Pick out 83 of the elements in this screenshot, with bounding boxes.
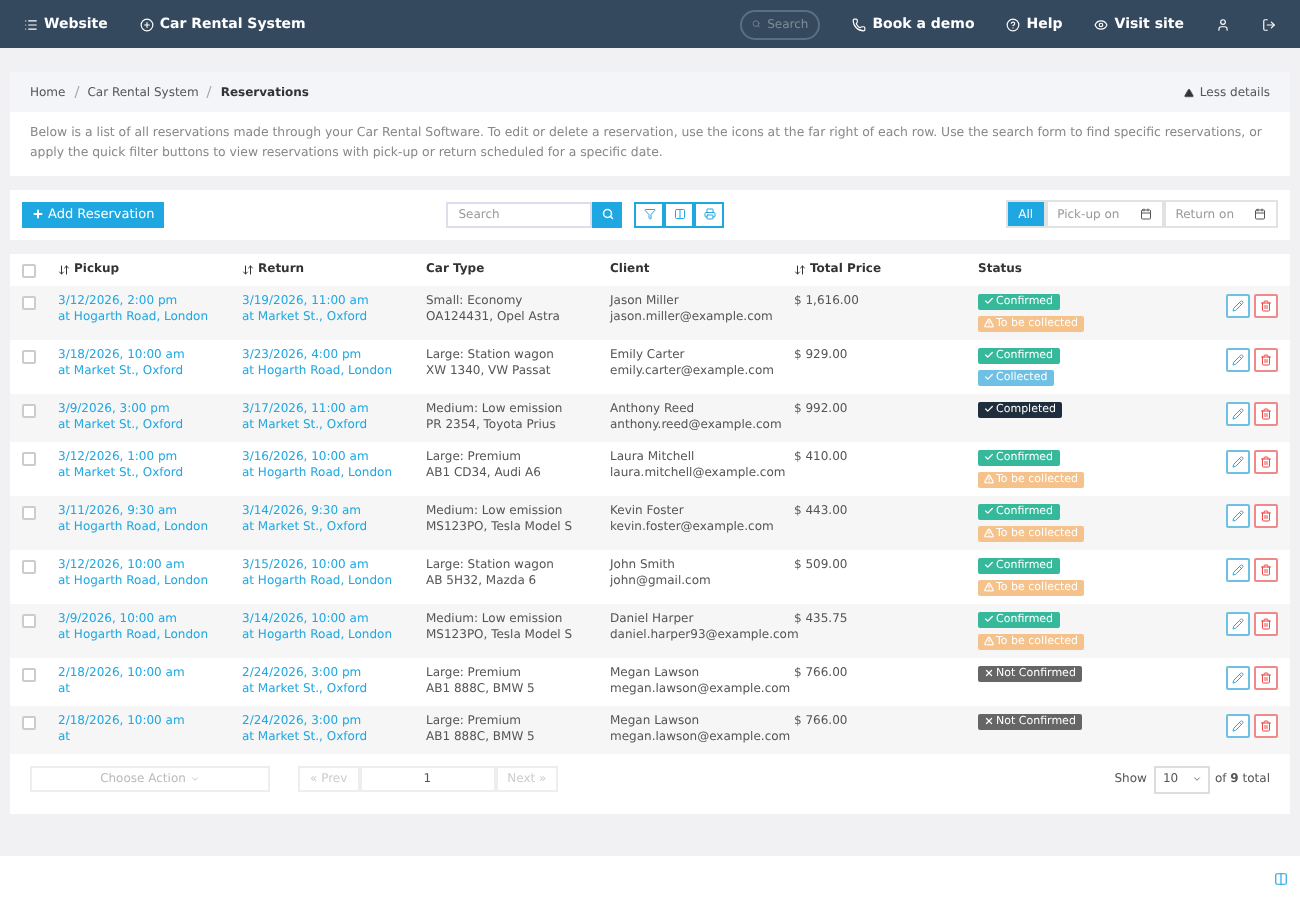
checkbox[interactable]	[22, 349, 36, 364]
trash-icon	[1260, 617, 1272, 630]
columns-button[interactable]	[664, 201, 695, 228]
delete-button[interactable]	[1254, 503, 1278, 528]
check-icon	[984, 404, 994, 415]
caret-icon	[1183, 87, 1194, 97]
cross-icon	[984, 716, 994, 727]
trash-icon	[1260, 353, 1272, 366]
pencil-icon	[1232, 671, 1244, 684]
delete-button[interactable]	[1254, 347, 1278, 372]
print-icon	[703, 208, 716, 221]
logout-icon	[1262, 17, 1276, 31]
columns-icon	[673, 208, 686, 221]
check-icon	[984, 296, 994, 307]
pencil-icon	[1232, 455, 1244, 468]
delete-button[interactable]	[1254, 713, 1278, 738]
checkbox[interactable]	[22, 715, 36, 730]
checkbox[interactable]	[22, 667, 36, 682]
trash-icon	[1260, 509, 1272, 522]
filter-icon	[643, 208, 656, 221]
trash-icon	[1260, 455, 1272, 468]
pencil-icon	[1232, 299, 1244, 312]
edit-button[interactable]	[1226, 347, 1250, 372]
warning-icon	[984, 318, 994, 329]
edit-button[interactable]	[1226, 557, 1250, 582]
plus-circle-icon	[139, 17, 154, 31]
checkbox[interactable]	[22, 451, 36, 466]
checkbox[interactable]	[22, 505, 36, 520]
separator-icon	[73, 86, 80, 98]
delete-button[interactable]	[1254, 449, 1278, 474]
warning-icon	[984, 636, 994, 647]
calendar-icon	[1139, 208, 1152, 221]
pencil-icon	[1232, 719, 1244, 732]
filter-button[interactable]	[634, 201, 665, 228]
list-icon	[24, 17, 38, 31]
checkbox[interactable]	[22, 613, 36, 628]
pencil-icon	[1232, 563, 1244, 576]
check-icon	[984, 614, 994, 625]
pencil-icon	[1232, 617, 1244, 630]
warning-icon	[984, 528, 994, 539]
checkbox[interactable]	[22, 263, 36, 278]
check-icon	[984, 560, 994, 571]
separator-icon	[206, 86, 213, 98]
check-icon	[984, 452, 994, 463]
warning-icon	[984, 582, 994, 593]
trash-icon	[1260, 563, 1272, 576]
trash-icon	[1260, 299, 1272, 312]
user-icon	[1216, 17, 1230, 31]
pencil-icon	[1232, 407, 1244, 420]
edit-button[interactable]	[1226, 611, 1250, 636]
trash-icon	[1260, 407, 1272, 420]
checkbox[interactable]	[22, 295, 36, 310]
phone-icon	[852, 17, 867, 31]
edit-button[interactable]	[1226, 503, 1250, 528]
edit-button[interactable]	[1226, 401, 1250, 426]
plus-icon	[32, 208, 44, 221]
edit-button[interactable]	[1226, 293, 1250, 318]
search-button[interactable]	[592, 201, 623, 228]
delete-button[interactable]	[1254, 401, 1278, 426]
delete-button[interactable]	[1254, 611, 1278, 636]
edit-button[interactable]	[1226, 449, 1250, 474]
delete-button[interactable]	[1254, 293, 1278, 318]
edit-button[interactable]	[1226, 713, 1250, 738]
delete-button[interactable]	[1254, 665, 1278, 690]
trash-icon	[1260, 671, 1272, 684]
warning-icon	[984, 474, 994, 485]
delete-button[interactable]	[1254, 557, 1278, 582]
caret-icon	[189, 774, 200, 785]
calendar-icon	[1254, 208, 1266, 221]
help-icon	[1006, 17, 1021, 31]
eye-icon	[1094, 17, 1109, 31]
caret-icon	[1192, 774, 1203, 785]
edit-button[interactable]	[1226, 665, 1250, 690]
pencil-icon	[1232, 353, 1244, 366]
search-icon	[752, 18, 762, 30]
checkbox[interactable]	[22, 403, 36, 418]
check-icon	[984, 506, 994, 517]
print-button[interactable]	[694, 201, 725, 228]
checkbox[interactable]	[22, 559, 36, 574]
cross-icon	[984, 668, 994, 679]
trash-icon	[1260, 719, 1272, 732]
search-icon	[601, 208, 614, 221]
pencil-icon	[1232, 509, 1244, 522]
